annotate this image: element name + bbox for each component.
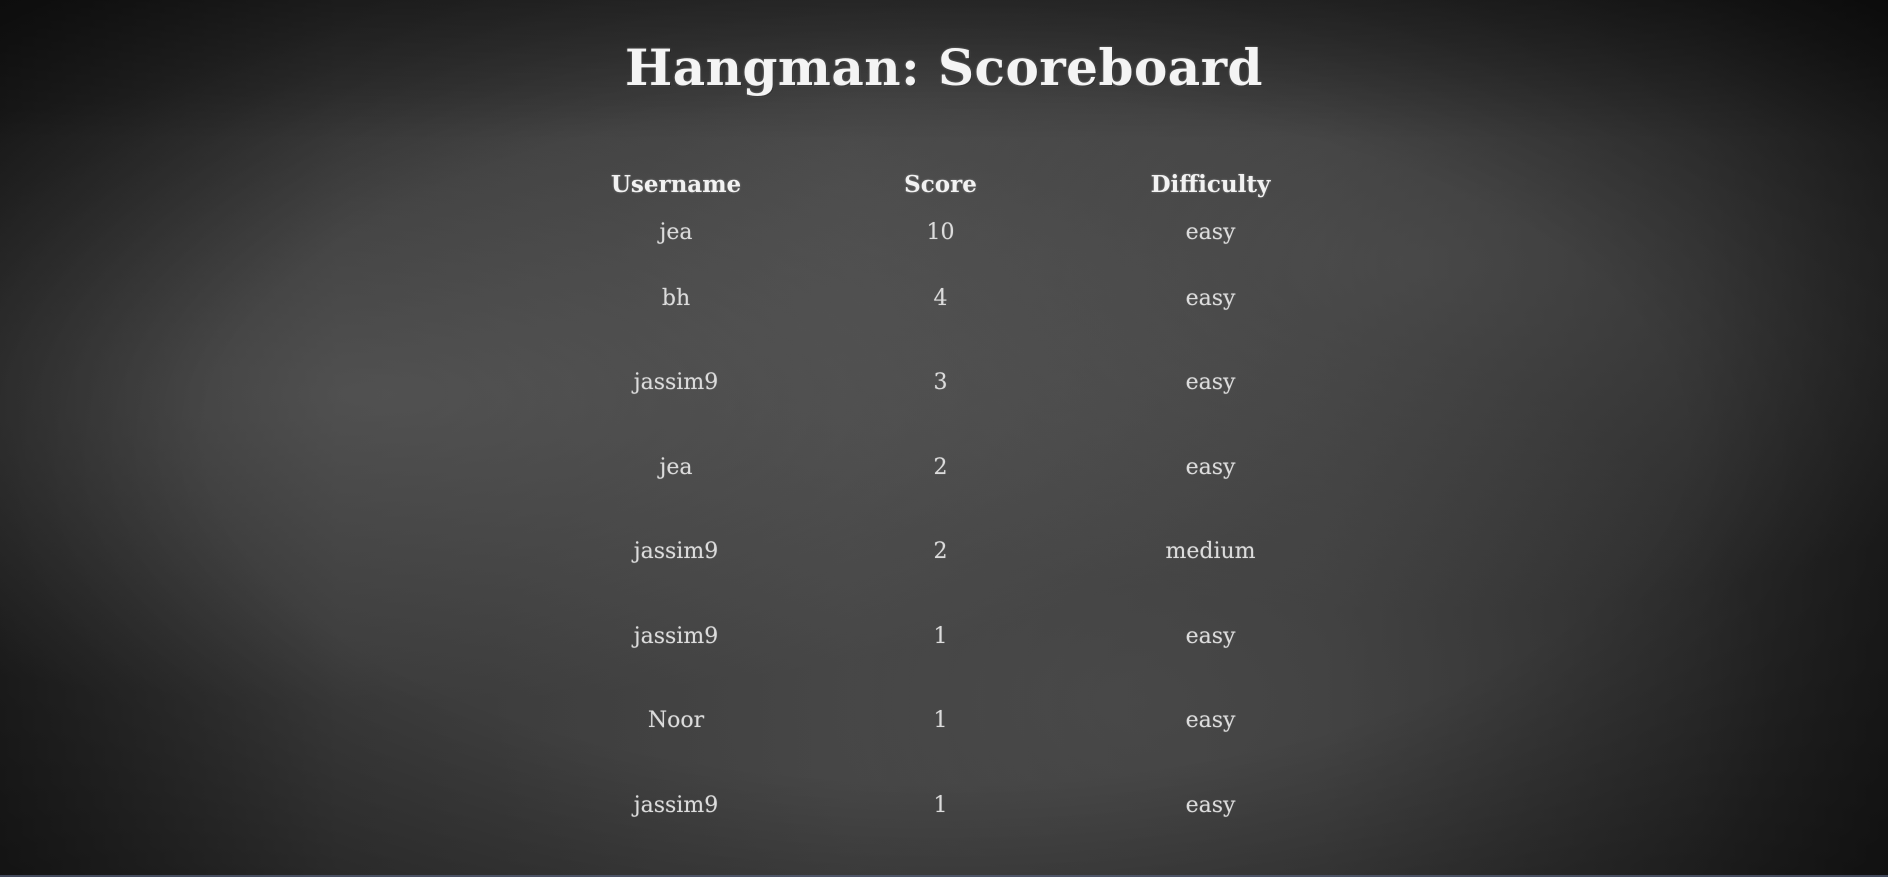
- spacer-cell: [0, 679, 564, 764]
- table-row: jassim9 2 medium: [0, 510, 1888, 595]
- spacer-cell: [1328, 425, 1888, 510]
- spacer-cell: [0, 160, 564, 208]
- scoreboard-table: Username Score Difficulty jea 10 easy bh…: [0, 160, 1888, 848]
- spacer-cell: [0, 208, 564, 256]
- table-row: jea 2 easy: [0, 425, 1888, 510]
- difficulty-cell: easy: [1185, 285, 1236, 311]
- username-cell: jassim9: [633, 792, 719, 818]
- spacer-cell: [1328, 160, 1888, 208]
- spacer-cell: [1328, 679, 1888, 764]
- table-row: jassim9 1 easy: [0, 763, 1888, 848]
- username-cell: jea: [659, 219, 693, 245]
- difficulty-cell: easy: [1185, 792, 1236, 818]
- table-row: jassim9 3 easy: [0, 341, 1888, 426]
- score-cell: 1: [933, 708, 948, 734]
- spacer-cell: [1328, 510, 1888, 595]
- score-cell: 2: [933, 539, 948, 565]
- page-title: Hangman: Scoreboard: [624, 38, 1264, 97]
- spacer-cell: [0, 510, 564, 595]
- spacer-cell: [0, 594, 564, 679]
- username-cell: jea: [659, 454, 693, 480]
- username-cell: jassim9: [633, 539, 719, 565]
- username-cell: jassim9: [633, 370, 719, 396]
- score-cell: 4: [933, 285, 948, 311]
- spacer-cell: [1328, 208, 1888, 256]
- spacer-cell: [1328, 341, 1888, 426]
- scoreboard-header: Username Score Difficulty: [0, 160, 1888, 208]
- difficulty-cell: easy: [1185, 708, 1236, 734]
- score-cell: 2: [933, 454, 948, 480]
- difficulty-cell: easy: [1185, 623, 1236, 649]
- spacer-cell: [0, 341, 564, 426]
- difficulty-cell: easy: [1185, 219, 1236, 245]
- spacer-cell: [1328, 763, 1888, 848]
- score-cell: 3: [933, 370, 948, 396]
- username-cell: bh: [661, 285, 691, 311]
- score-column-header: Score: [904, 170, 977, 198]
- score-cell: 10: [926, 219, 955, 245]
- spacer-cell: [1328, 256, 1888, 341]
- spacer-cell: [0, 425, 564, 510]
- username-column-header: Username: [610, 170, 742, 198]
- score-cell: 1: [933, 623, 948, 649]
- difficulty-cell: medium: [1165, 539, 1256, 565]
- difficulty-cell: easy: [1185, 370, 1236, 396]
- spacer-cell: [0, 256, 564, 341]
- spacer-cell: [0, 763, 564, 848]
- username-cell: Noor: [647, 708, 705, 734]
- table-row: jassim9 1 easy: [0, 594, 1888, 679]
- header-row: Username Score Difficulty: [0, 160, 1888, 208]
- table-row: Noor 1 easy: [0, 679, 1888, 764]
- table-row: jea 10 easy: [0, 208, 1888, 256]
- difficulty-column-header: Difficulty: [1150, 170, 1271, 198]
- table-row: bh 4 easy: [0, 256, 1888, 341]
- difficulty-cell: easy: [1185, 454, 1236, 480]
- username-cell: jassim9: [633, 623, 719, 649]
- score-cell: 1: [933, 792, 948, 818]
- spacer-cell: [1328, 594, 1888, 679]
- scoreboard-body: jea 10 easy bh 4 easy jassim9 3 easy jea…: [0, 208, 1888, 848]
